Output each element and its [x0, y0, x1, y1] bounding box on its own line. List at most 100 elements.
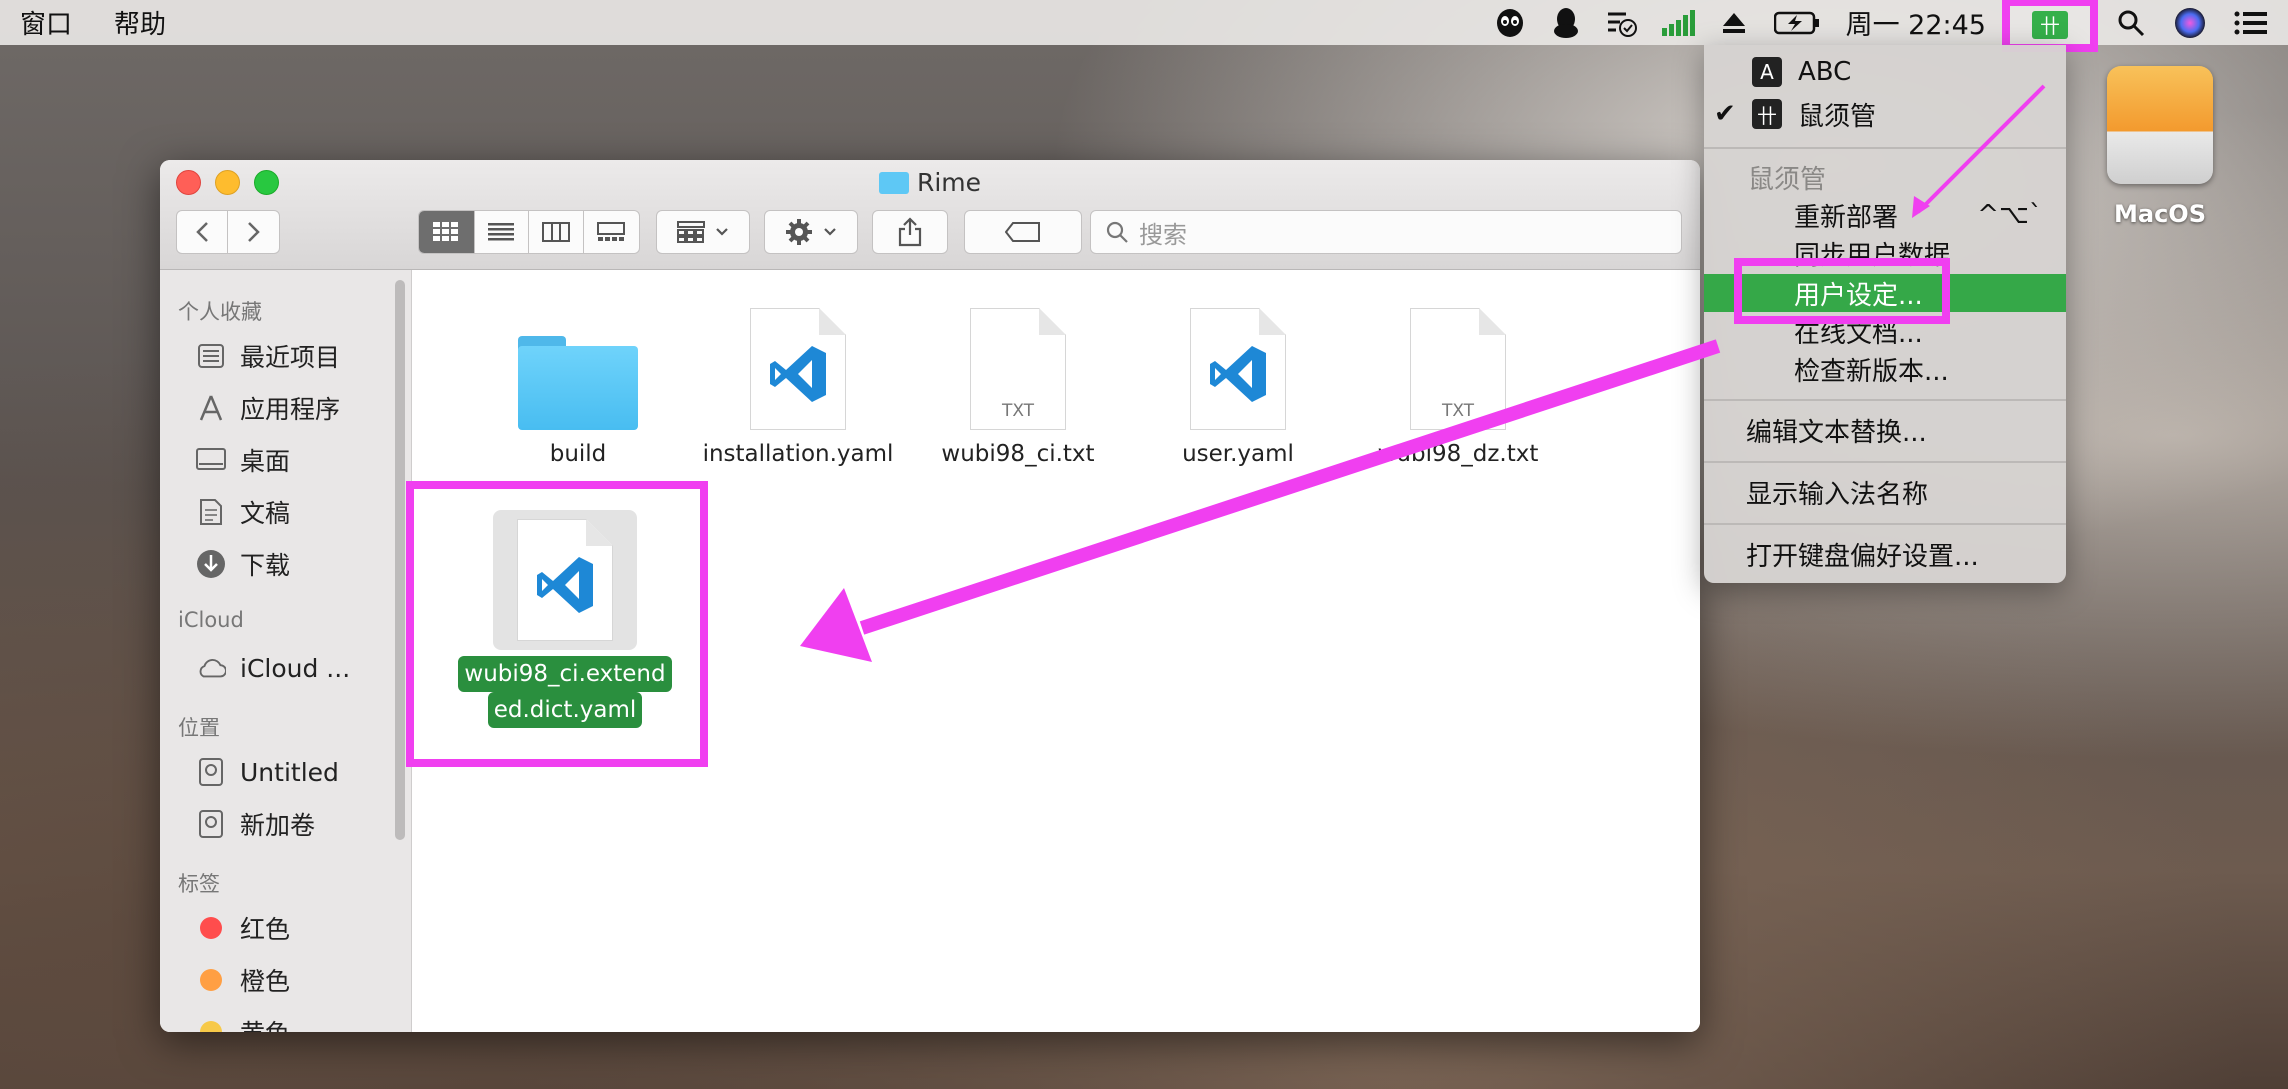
yellow-tag-dot — [200, 1021, 222, 1032]
drive-label: MacOS — [2114, 200, 2206, 228]
back-button[interactable] — [177, 211, 229, 253]
ime-menu-button[interactable]: 卄 — [2002, 0, 2098, 52]
sidebar-item-downloads[interactable]: 下载 — [160, 538, 411, 590]
file-item[interactable]: build — [473, 290, 683, 470]
abc-input-icon: A — [1752, 57, 1782, 87]
sidebar-item-tag-orange[interactable]: 橙色 — [160, 954, 411, 1006]
menu-separator — [1704, 461, 2066, 463]
gallery-view-button[interactable] — [584, 211, 639, 253]
sidebar-item-label: 应用程序 — [240, 395, 341, 424]
sidebar-item-label: 红色 — [240, 915, 291, 944]
action-menu-button[interactable] — [764, 210, 858, 254]
sidebar-item-icloud-drive[interactable]: iCloud ... — [160, 642, 411, 694]
finder-toolbar: Rime 搜索 — [160, 160, 1700, 270]
checkmark-icon: ✔ — [1714, 99, 1736, 129]
highlight-box-user-settings — [1734, 258, 1950, 324]
sidebar-header-locations: 位置 — [178, 716, 220, 740]
sidebar-item-applications[interactable]: 应用程序 — [160, 382, 411, 434]
group-grid-icon — [677, 221, 705, 243]
sidebar-item-recents[interactable]: 最近项目 — [160, 330, 411, 382]
grid-icon — [433, 222, 459, 241]
tags-button[interactable] — [964, 210, 1082, 254]
orange-tag-dot — [200, 969, 222, 991]
icon-view-button[interactable] — [419, 211, 475, 253]
red-tag-dot — [200, 917, 222, 939]
menu-separator — [1704, 147, 2066, 149]
file-item[interactable]: TXT wubi98_ci.txt — [913, 290, 1123, 470]
desktop-drive-macos[interactable]: MacOS — [2100, 66, 2220, 228]
file-item[interactable]: user.yaml — [1133, 290, 1343, 470]
sidebar-item-documents[interactable]: 文稿 — [160, 486, 411, 538]
menu-separator — [1704, 399, 2066, 401]
hard-drive-icon — [2107, 66, 2213, 184]
gear-icon — [786, 219, 812, 245]
menu-clock[interactable]: 周一 22:45 — [1846, 3, 1986, 42]
battery-charging-icon[interactable] — [1773, 6, 1821, 40]
sidebar-header-tags: 标签 — [178, 872, 220, 896]
menu-item-edit-text-replace[interactable]: 编辑文本替换... — [1704, 411, 2066, 449]
list-view-button[interactable] — [475, 211, 529, 253]
file-name: wubi98_dz.txt — [1377, 441, 1539, 467]
text-file-icon: TXT — [970, 308, 1066, 430]
tag-icon — [1005, 222, 1040, 242]
chevron-left-icon — [196, 222, 208, 242]
file-name: user.yaml — [1182, 441, 1294, 467]
folder-icon — [878, 171, 909, 194]
group-by-button[interactable] — [656, 210, 750, 254]
squirrel-ime-icon: 卄 — [2032, 10, 2068, 39]
window-title: Rime — [160, 168, 1700, 197]
cloud-icon — [196, 653, 226, 683]
qq-penguin-icon[interactable] — [1549, 6, 1583, 40]
list-icon — [488, 223, 515, 241]
sidebar-header-favorites: 个人收藏 — [178, 300, 262, 324]
file-name: installation.yaml — [702, 441, 894, 467]
menu-separator — [1704, 523, 2066, 525]
search-field[interactable]: 搜索 — [1090, 210, 1682, 254]
disk-icon — [196, 757, 226, 787]
squirrel-input-icon: 卄 — [1752, 99, 1782, 129]
sidebar-scrollbar[interactable] — [395, 280, 405, 840]
checkmark-tool-icon[interactable] — [1605, 6, 1639, 40]
alien-icon[interactable] — [1493, 6, 1527, 40]
menu-item-redeploy[interactable]: 重新部署 ^⌥` — [1704, 196, 2066, 234]
forward-button[interactable] — [228, 211, 279, 253]
sidebar-item-label: 最近项目 — [240, 343, 341, 372]
eject-icon[interactable] — [1717, 6, 1751, 40]
sidebar-item-tag-yellow[interactable]: 黄色 — [160, 1006, 411, 1032]
sidebar-item-desktop[interactable]: 桌面 — [160, 434, 411, 486]
chevron-down-icon — [716, 228, 728, 236]
sidebar-item-label: Untitled — [240, 757, 339, 787]
file-name: build — [549, 441, 607, 467]
menu-item-squirrel[interactable]: ✔ 卄 鼠须管 — [1704, 95, 2066, 133]
menu-item-abc[interactable]: A ABC — [1704, 53, 2066, 91]
menu-item-show-ime-name[interactable]: 显示输入法名称 — [1704, 473, 2066, 511]
sidebar-item-new-volume[interactable]: 新加卷 — [160, 798, 411, 850]
menu-help[interactable]: 帮助 — [114, 4, 166, 41]
search-icon — [1106, 221, 1128, 243]
menu-item-keyboard-prefs[interactable]: 打开键盘偏好设置... — [1704, 535, 2066, 573]
disk-icon — [196, 809, 226, 839]
notification-center-icon[interactable] — [2234, 6, 2268, 40]
menu-window[interactable]: 窗口 — [20, 4, 72, 41]
sidebar-item-label: 橙色 — [240, 967, 291, 996]
siri-icon[interactable] — [2173, 6, 2207, 40]
download-icon — [196, 549, 226, 579]
finder-sidebar: 个人收藏 最近项目 应用程序 桌面 文稿 下载 iCloud iCloud ..… — [160, 270, 412, 1032]
signal-bars-icon[interactable] — [1661, 6, 1695, 40]
chevron-down-icon — [824, 228, 836, 236]
file-item[interactable]: installation.yaml — [693, 290, 903, 470]
sidebar-item-label: iCloud ... — [240, 653, 351, 683]
sidebar-item-label: 下载 — [240, 551, 291, 580]
search-placeholder: 搜索 — [1139, 220, 1187, 249]
column-view-button[interactable] — [529, 211, 584, 253]
nav-buttons — [176, 210, 280, 254]
file-item[interactable]: TXT wubi98_dz.txt — [1353, 290, 1563, 470]
sidebar-item-label: 桌面 — [240, 447, 291, 476]
applications-icon — [196, 393, 226, 423]
sidebar-item-label: 文稿 — [240, 499, 291, 528]
spotlight-search-icon[interactable] — [2114, 6, 2148, 40]
sidebar-item-untitled[interactable]: Untitled — [160, 746, 411, 798]
sidebar-item-tag-red[interactable]: 红色 — [160, 902, 411, 954]
menu-item-check-update[interactable]: 检查新版本... — [1704, 350, 2066, 388]
share-button[interactable] — [872, 210, 948, 254]
